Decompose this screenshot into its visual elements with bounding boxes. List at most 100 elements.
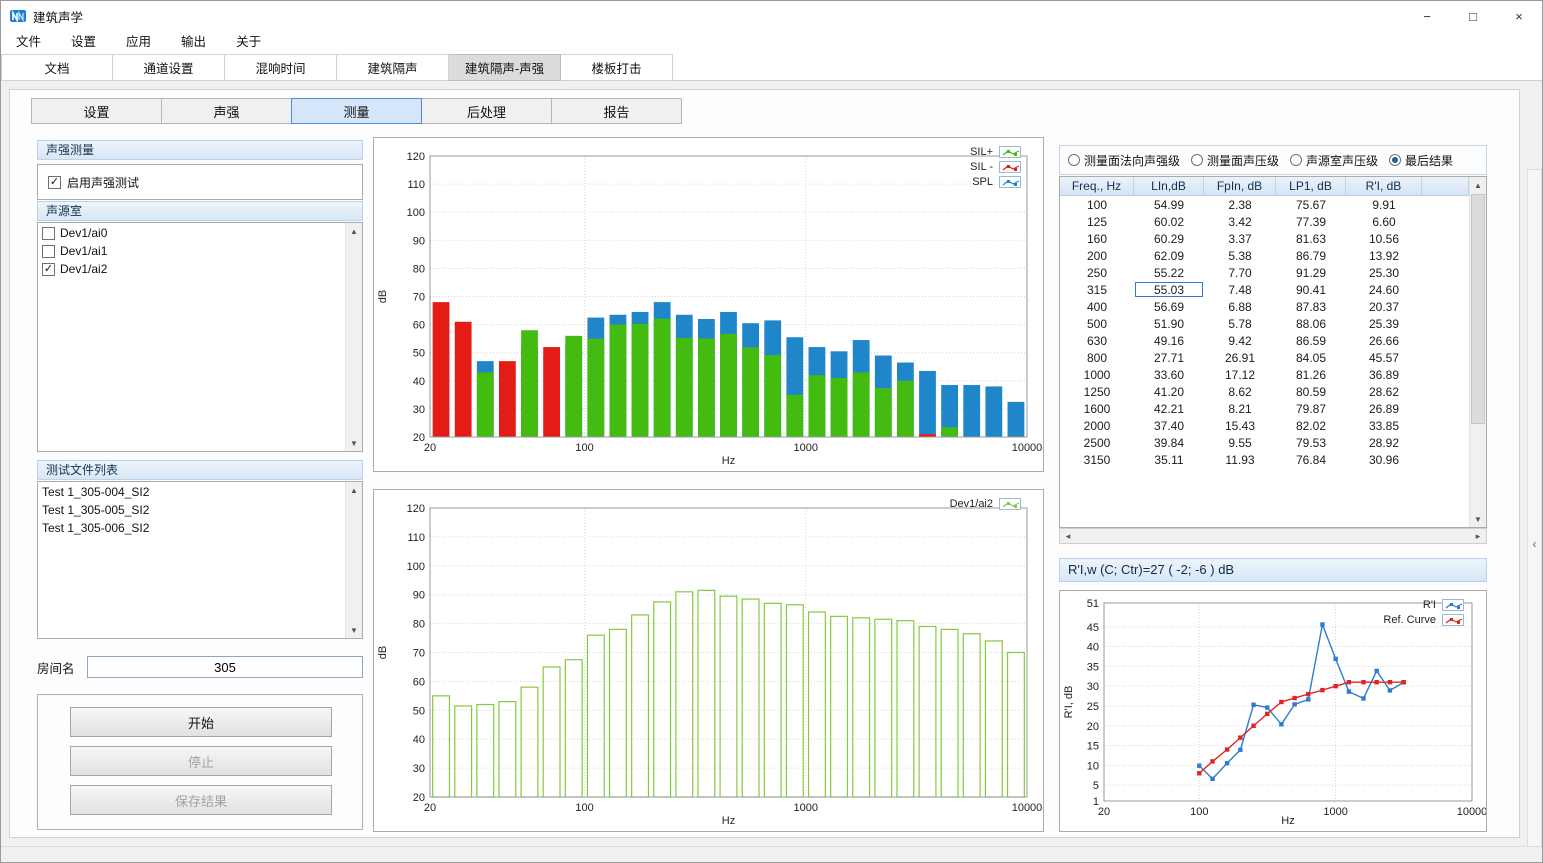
minimize-button[interactable]: − [1404, 1, 1450, 31]
menu-item-3[interactable]: 应用 [111, 31, 166, 54]
subtab-3[interactable]: 测量 [291, 98, 422, 124]
radio-option-3[interactable]: 声源室声压级 [1290, 152, 1378, 169]
channel-list-item[interactable]: Dev1/ai0 [38, 224, 345, 242]
table-row[interactable]: 250039.849.5579.5328.92 [1060, 434, 1486, 451]
table-cell [1422, 383, 1469, 400]
scroll-down-icon[interactable]: ▼ [346, 622, 362, 638]
table-row[interactable]: 50051.905.7888.0625.39 [1060, 315, 1486, 332]
radio-icon[interactable] [1290, 154, 1302, 166]
scroll-down-icon[interactable]: ▼ [1470, 511, 1486, 527]
table-row[interactable]: 25055.227.7091.2925.30 [1060, 264, 1486, 281]
svg-text:70: 70 [413, 648, 425, 660]
title-bar: 建筑声学 − □ × [1, 1, 1542, 31]
start-button[interactable]: 开始 [70, 707, 332, 737]
table-row[interactable]: 12560.023.4277.396.60 [1060, 213, 1486, 230]
enable-si-row[interactable]: ✓ 启用声强测试 [38, 165, 362, 199]
menu-item-1[interactable]: 文件 [1, 31, 56, 54]
table-row[interactable]: 63049.169.4286.5926.66 [1060, 332, 1486, 349]
close-button[interactable]: × [1496, 1, 1542, 31]
svg-text:80: 80 [413, 263, 425, 275]
save-results-button[interactable]: 保存结果 [70, 785, 332, 815]
legend-series-icon [999, 146, 1021, 158]
svg-text:Hz: Hz [1281, 815, 1294, 827]
subtab-4[interactable]: 后处理 [421, 98, 552, 124]
table-cell: 60.29 [1134, 230, 1204, 247]
tab-1[interactable]: 文档 [1, 54, 113, 81]
table-cell: 9.55 [1204, 434, 1276, 451]
test-file-item[interactable]: Test 1_305-005_SI2 [38, 501, 345, 519]
radio-icon[interactable] [1389, 154, 1401, 166]
room-name-input[interactable] [87, 656, 363, 678]
table-row[interactable]: 40056.696.8887.8320.37 [1060, 298, 1486, 315]
radio-option-4[interactable]: 最后结果 [1389, 152, 1453, 169]
ri-curve-svg: 1510152025303540455120100100010000HzR'I,… [1060, 591, 1486, 831]
scroll-down-icon[interactable]: ▼ [346, 435, 362, 451]
radio-icon[interactable] [1191, 154, 1203, 166]
radio-option-1[interactable]: 测量面法向声强级 [1068, 152, 1180, 169]
svg-text:40: 40 [413, 376, 425, 388]
scroll-left-icon[interactable]: ◂ [1060, 529, 1076, 543]
svg-text:R'I, dB: R'I, dB [1063, 686, 1075, 719]
tab-6[interactable]: 楼板打击 [561, 54, 673, 81]
table-cell: 3.37 [1204, 230, 1276, 247]
table-row[interactable]: 16060.293.3781.6310.56 [1060, 230, 1486, 247]
channel-list-item[interactable]: Dev1/ai1 [38, 242, 345, 260]
table-cell: 315 [1060, 281, 1134, 298]
maximize-button[interactable]: □ [1450, 1, 1496, 31]
radio-icon[interactable] [1068, 154, 1080, 166]
scroll-thumb[interactable] [1471, 194, 1485, 424]
channel-checkbox[interactable] [42, 227, 55, 240]
test-file-item[interactable]: Test 1_305-004_SI2 [38, 483, 345, 501]
table-row[interactable]: 125041.208.6280.5928.62 [1060, 383, 1486, 400]
test-file-item[interactable]: Test 1_305-006_SI2 [38, 519, 345, 537]
table-row[interactable]: 10054.992.3875.679.91 [1060, 196, 1486, 213]
left-sidebar: 声强测量 ✓ 启用声强测试 声源室 Dev1/ai0Dev1/ai1✓Dev1/… [37, 140, 363, 832]
menu-item-4[interactable]: 输出 [166, 31, 221, 54]
subtab-5[interactable]: 报告 [551, 98, 682, 124]
tab-5[interactable]: 建筑隔声-声强 [449, 54, 561, 81]
legend-entry: R'I [1423, 599, 1464, 611]
tab-3[interactable]: 混响时间 [225, 54, 337, 81]
table-vscrollbar[interactable]: ▲▼ [1469, 177, 1486, 527]
table-cell [1422, 264, 1469, 281]
table-row[interactable]: 80027.7126.9184.0545.57 [1060, 349, 1486, 366]
table-cell: 81.26 [1276, 366, 1346, 383]
table-row[interactable]: 160042.218.2179.8726.89 [1060, 400, 1486, 417]
table-cell: 87.83 [1276, 298, 1346, 315]
channel-list-item[interactable]: ✓Dev1/ai2 [38, 260, 345, 278]
scroll-up-icon[interactable]: ▲ [1470, 177, 1486, 193]
tab-2[interactable]: 通道设置 [113, 54, 225, 81]
subtab-2[interactable]: 声强 [161, 98, 292, 124]
table-cell: 56.69 [1134, 298, 1204, 315]
tab-4[interactable]: 建筑隔声 [337, 54, 449, 81]
radio-option-2[interactable]: 测量面声压级 [1191, 152, 1279, 169]
svg-text:100: 100 [575, 442, 593, 454]
main-area: 设置声强测量后处理报告 声强测量 ✓ 启用声强测试 声源室 Dev1/ai0De… [1, 81, 1543, 846]
menu-item-2[interactable]: 设置 [56, 31, 111, 54]
subtab-1[interactable]: 设置 [31, 98, 162, 124]
scroll-up-icon[interactable]: ▲ [346, 482, 362, 498]
table-hscrollbar[interactable]: ◂ ▸ [1059, 528, 1487, 544]
scroll-up-icon[interactable]: ▲ [346, 223, 362, 239]
svg-text:dB: dB [377, 290, 389, 303]
scroll-right-icon[interactable]: ▸ [1470, 529, 1486, 543]
svg-text:10000: 10000 [1457, 806, 1486, 818]
table-row[interactable]: 200037.4015.4382.0233.85 [1060, 417, 1486, 434]
file-list-scrollbar[interactable]: ▲ ▼ [345, 482, 362, 638]
channel-checkbox[interactable]: ✓ [42, 263, 55, 276]
table-cell: 75.67 [1276, 196, 1346, 213]
menu-item-5[interactable]: 关于 [221, 31, 276, 54]
run-controls-group: 开始 停止 保存结果 [37, 694, 363, 830]
collapse-panel-strip[interactable]: ‹ [1527, 169, 1542, 863]
stop-button[interactable]: 停止 [70, 746, 332, 776]
table-row[interactable]: 20062.095.3886.7913.92 [1060, 247, 1486, 264]
channel-checkbox[interactable] [42, 245, 55, 258]
si-spectrum-legend: SIL+SIL -SPL [970, 146, 1021, 188]
channel-list-scrollbar[interactable]: ▲ ▼ [345, 223, 362, 451]
enable-si-checkbox[interactable]: ✓ [48, 176, 61, 189]
table-row[interactable]: 31555.037.4890.4124.60 [1060, 281, 1486, 298]
result-view-radio-bar: 测量面法向声强级测量面声压级声源室声压级最后结果 [1059, 145, 1487, 175]
table-row[interactable]: 100033.6017.1281.2636.89 [1060, 366, 1486, 383]
table-row[interactable]: 315035.1111.9376.8430.96 [1060, 451, 1486, 468]
legend-entry: SIL+ [970, 146, 1021, 158]
